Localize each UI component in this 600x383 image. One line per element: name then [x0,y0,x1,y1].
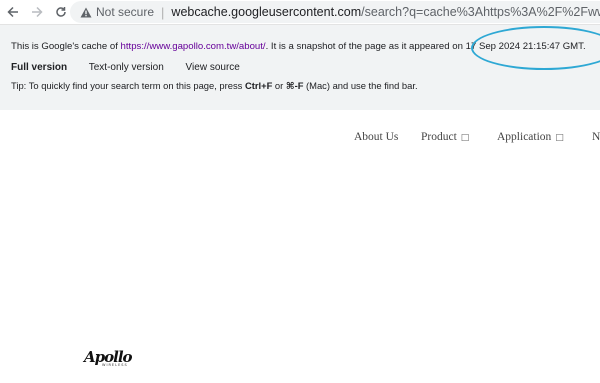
url-path: /search?q=cache%3Ahttps%3A%2F%2Fwww.gapo… [361,5,600,19]
back-icon[interactable] [3,0,23,24]
cache-banner: This is Google's cache of https://www.ga… [0,25,600,110]
separator: | [161,4,165,20]
cached-url-link[interactable]: https://www.gapollo.com.tw/about/ [121,41,266,52]
logo-subtext: WIRELESS [102,363,128,367]
tip-end: (Mac) and use the find bar. [303,80,418,91]
text-only-link[interactable]: Text-only version [89,62,164,73]
tip-start: Tip: To quickly find your search term on… [11,80,245,91]
url-host: webcache.googleusercontent.com [171,5,362,19]
tip-key-cmd-f: ⌘-F [285,80,304,91]
view-source-link[interactable]: View source [186,62,240,73]
warning-icon [80,5,92,19]
dropdown-glyph-icon: □ [460,133,470,143]
nav-about-us[interactable]: About Us [354,131,398,143]
reload-icon[interactable] [51,0,71,24]
address-bar[interactable]: Not secure | webcache.googleusercontent.… [70,1,600,23]
tip-key-ctrl-f: Ctrl+F [244,80,273,91]
forward-icon[interactable] [27,0,47,24]
full-version-link[interactable]: Full version [11,62,67,73]
nav-product[interactable]: Product □ [421,131,469,143]
dropdown-glyph-icon: □ [555,133,564,143]
cache-middle: . It is a snapshot of the page as it app… [265,41,466,52]
nav-truncated-item[interactable]: N [592,131,600,143]
site-logo[interactable]: Apollo WIRELESS [84,348,146,368]
security-label[interactable]: Not secure [96,5,154,19]
tip-text: Tip: To quickly find your search term on… [11,80,418,92]
tip-or: or [272,80,286,91]
nav-application[interactable]: Application □ [497,131,564,143]
cache-prefix: This is Google's cache of [11,41,121,52]
annotation-circle [471,26,600,70]
cache-links: Full version Text-only version View sour… [11,62,259,73]
nav-product-label: Product [421,131,457,143]
browser-toolbar: Not secure | webcache.googleusercontent.… [0,0,600,25]
nav-application-label: Application [497,131,552,143]
